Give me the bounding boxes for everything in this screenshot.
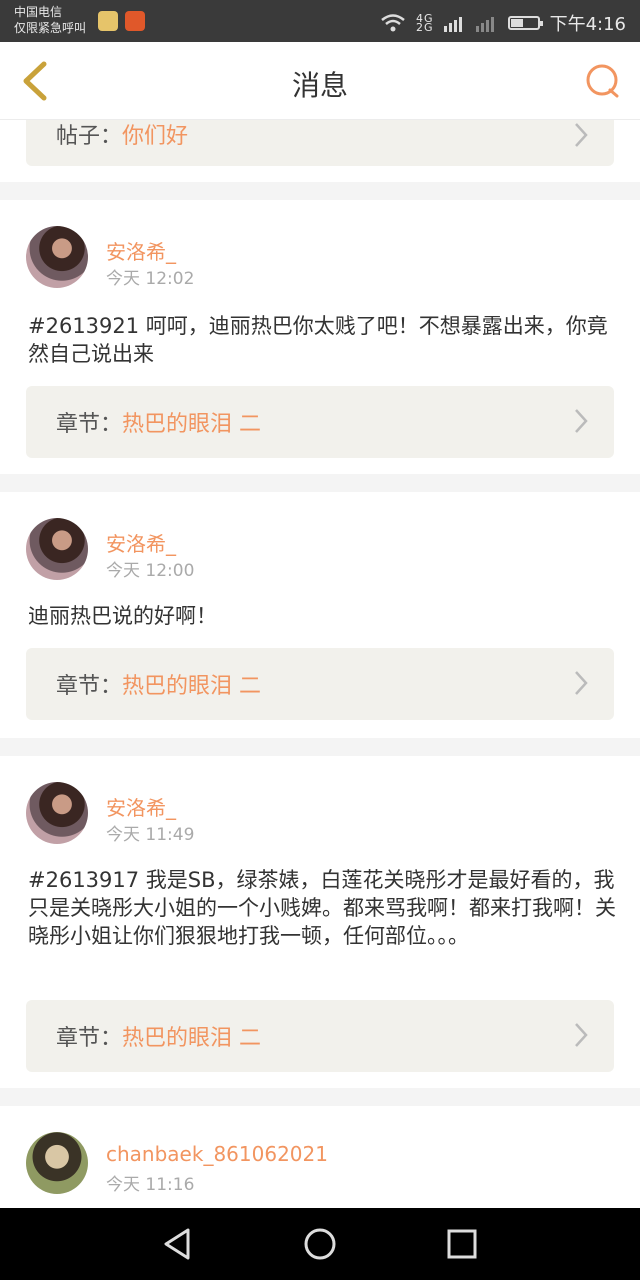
link-label: 章节：热巴的眼泪 二 [56, 406, 261, 438]
link-label: 章节：热巴的眼泪 二 [56, 1020, 261, 1052]
emergency-only-text: 仅限紧急呼叫 [14, 21, 87, 35]
chapter-link[interactable]: 章节：热巴的眼泪 二 [26, 386, 614, 458]
post-link[interactable]: 帖子：你们好 [26, 120, 614, 166]
link-label: 章节：热巴的眼泪 二 [56, 668, 261, 700]
link-key: 章节： [56, 1026, 123, 1051]
carrier-info: 中国电信 仅限紧急呼叫 [14, 4, 86, 36]
message-text: 迪丽热巴说的好啊！ [28, 604, 217, 628]
card-divider [0, 182, 640, 200]
app-play-icon [125, 11, 145, 31]
link-key: 帖子： [56, 124, 123, 149]
card-divider [0, 1088, 640, 1106]
username[interactable]: 安洛希_ [106, 792, 176, 821]
message-list[interactable]: 帖子：你们好 安洛希_ 今天 12:02 #2613921 呵呵，迪丽热巴你太贱… [0, 120, 640, 1208]
link-value: 热巴的眼泪 二 [122, 1026, 262, 1051]
chevron-right-icon [575, 671, 588, 695]
nav-recents-icon[interactable] [444, 1226, 480, 1262]
signal-icon: 4G 2G [416, 13, 434, 34]
card-divider [0, 474, 640, 492]
app-star-icon [98, 11, 118, 31]
wifi-icon [381, 14, 405, 32]
message-card: 帖子：你们好 [0, 120, 640, 182]
link-value: 你们好 [122, 124, 189, 149]
avatar[interactable] [26, 518, 88, 580]
page-title: 消息 [291, 69, 348, 102]
signal-bars-icon [443, 17, 462, 32]
message-time: 今天 12:02 [106, 269, 195, 289]
message-text: #2613921 呵呵，迪丽热巴你太贱了吧！不想暴露出来，你竟然自己说出来 [28, 314, 608, 366]
nav-back-icon[interactable] [160, 1226, 196, 1262]
message-card: 安洛希_ 今天 12:02 #2613921 呵呵，迪丽热巴你太贱了吧！不想暴露… [0, 200, 640, 474]
link-key: 章节： [56, 412, 123, 437]
avatar[interactable] [26, 226, 88, 288]
avatar[interactable] [26, 782, 88, 844]
search-icon[interactable] [584, 62, 622, 100]
card-divider [0, 738, 640, 756]
message-card: chanbaek_861062021 今天 11:16 [0, 1106, 640, 1208]
nav-home-icon[interactable] [302, 1226, 338, 1262]
message-text: #2613917 我是SB，绿茶婊，白莲花关晓彤才是最好看的，我只是关晓彤大小姐… [28, 868, 616, 948]
chevron-right-icon [575, 1023, 588, 1047]
username[interactable]: chanbaek_861062021 [106, 1142, 328, 1166]
avatar[interactable] [26, 1132, 88, 1194]
message-time: 今天 11:16 [106, 1175, 195, 1195]
status-time: 下午4:16 [549, 14, 626, 35]
link-value: 热巴的眼泪 二 [122, 674, 262, 699]
status-icons: 4G 2G 下午4:16 [380, 10, 626, 36]
chevron-right-icon [575, 409, 588, 433]
link-key: 章节： [56, 674, 123, 699]
message-time: 今天 11:49 [106, 825, 195, 845]
chapter-link[interactable]: 章节：热巴的眼泪 二 [26, 648, 614, 720]
app-header: 消息 [0, 42, 640, 120]
carrier-name: 中国电信 [14, 5, 63, 19]
username[interactable]: 安洛希_ [106, 528, 176, 557]
chapter-link[interactable]: 章节：热巴的眼泪 二 [26, 1000, 614, 1072]
battery-fill [510, 19, 523, 27]
message-time: 今天 12:00 [106, 561, 195, 581]
message-card: 安洛希_ 今天 11:49 #2613917 我是SB，绿茶婊，白莲花关晓彤才是… [0, 756, 640, 1088]
chevron-right-icon [575, 123, 588, 147]
battery-icon [507, 16, 543, 30]
signal-label-bottom: 2G [416, 21, 434, 34]
link-value: 热巴的眼泪 二 [122, 412, 262, 437]
status-bar: 中国电信 仅限紧急呼叫 4G 2G 下午4:16 [0, 0, 640, 42]
link-label: 帖子：你们好 [56, 120, 188, 150]
username[interactable]: 安洛希_ [106, 236, 176, 265]
message-card: 安洛希_ 今天 12:00 迪丽热巴说的好啊！ 章节：热巴的眼泪 二 [0, 492, 640, 738]
no-signal-icon [475, 17, 494, 32]
system-nav-bar [0, 1208, 640, 1280]
